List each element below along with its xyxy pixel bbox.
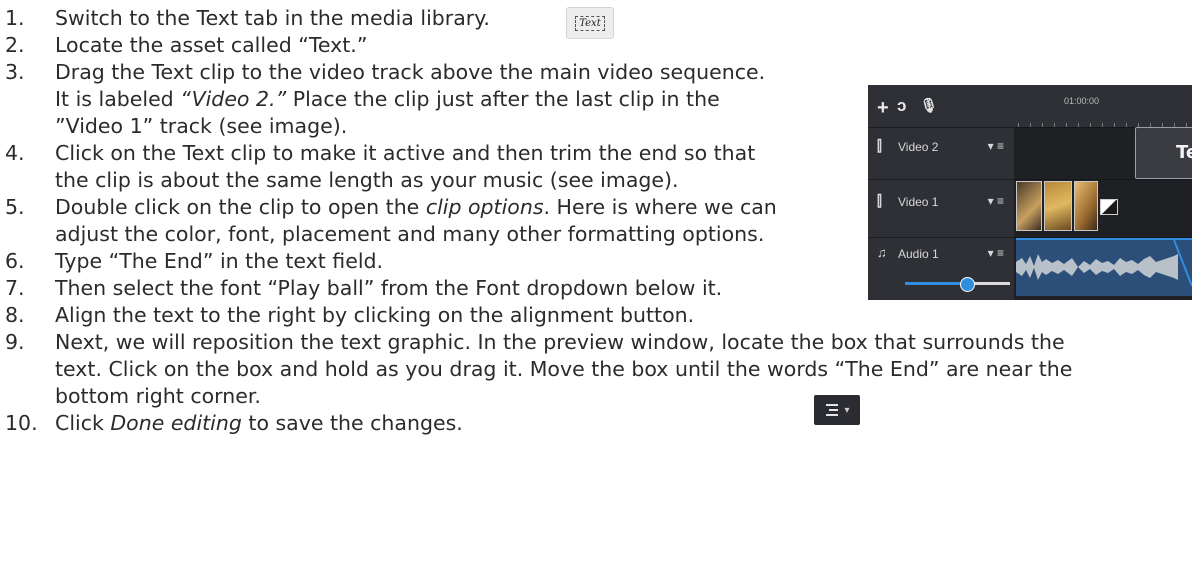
volume-slider-handle[interactable]	[960, 277, 975, 292]
step-number: 7.	[5, 276, 25, 300]
timecode: 01:00:00	[1064, 96, 1100, 106]
text-tab-label: Text	[575, 15, 605, 31]
video-thumbnail	[1044, 181, 1072, 231]
step-number: 9.	[5, 330, 25, 354]
step-text: Next, we will reposition the text graphi…	[55, 330, 1065, 354]
step-text: adjust the color, font, placement and ma…	[55, 222, 765, 246]
step-text: Switch to the Text tab in the media libr…	[55, 6, 490, 30]
step-text: ”Video 1” track (see image).	[55, 114, 348, 138]
track-label: Video 2	[898, 140, 939, 154]
step-9: 9. Next, we will reposition the text gra…	[5, 329, 1073, 410]
step-text-line: It is labeled “Video 2.” Place the clip …	[55, 87, 720, 111]
track-menu-controls: ▾ ≡	[987, 246, 1004, 260]
magnet-icon: ↄ	[897, 96, 907, 115]
clip-options-emphasis: clip options	[425, 195, 544, 219]
track-menu-controls: ▾ ≡	[987, 194, 1004, 208]
track-label: Video 1	[898, 195, 939, 209]
step-text: Click on the Text clip to make it active…	[55, 141, 756, 165]
step-1: 1. Switch to the Text tab in the media l…	[5, 5, 490, 32]
step-text: Type “The End” in the text field.	[55, 249, 384, 273]
step-7: 7. Then select the font “Play ball” from…	[5, 275, 723, 302]
step-4: 4. Click on the Text clip to make it act…	[5, 140, 756, 194]
step-number: 8.	[5, 303, 25, 327]
done-editing-emphasis: Done editing	[110, 411, 242, 435]
track-name-emphasis: “Video 2.”	[180, 87, 287, 111]
track-header-audio-1: ♫ Audio 1 ▾ ≡	[868, 237, 1014, 300]
step-text: Align the text to the right by clicking …	[55, 303, 695, 327]
step-text: Then select the font “Play ball” from th…	[55, 276, 723, 300]
step-5: 5. Double click on the clip to open the …	[5, 194, 777, 248]
text-tab-icon: Text	[566, 7, 614, 39]
music-note-icon: ♫	[877, 245, 887, 260]
video-thumbnail	[1016, 181, 1042, 231]
align-right-icon: ▾	[814, 395, 860, 425]
film-icon: ⫿	[877, 193, 882, 210]
volume-slider-fill	[905, 282, 965, 285]
step-number: 2.	[5, 33, 25, 57]
step-text-line: Click Done editing to save the changes.	[55, 411, 463, 435]
step-3: 3. Drag the Text clip to the video track…	[5, 59, 766, 140]
step-number: 10.	[5, 411, 38, 435]
step-text: text. Click on the box and hold as you d…	[55, 357, 1073, 381]
track-header-video-2: ⫿ Video 2 ▾ ≡	[868, 127, 1014, 180]
step-2: 2. Locate the asset called “Text.”	[5, 32, 368, 59]
audio-clip	[1016, 238, 1192, 296]
step-text-line: Double click on the clip to open the cli…	[55, 195, 777, 219]
step-6: 6. Type “The End” in the text field.	[5, 248, 384, 275]
step-text: the clip is about the same length as you…	[55, 168, 679, 192]
chevron-down-icon: ▾	[844, 404, 850, 416]
step-8: 8. Align the text to the right by clicki…	[5, 302, 695, 329]
step-number: 1.	[5, 6, 25, 30]
step-number: 3.	[5, 60, 25, 84]
track-header-video-1: ⫿ Video 1 ▾ ≡	[868, 179, 1014, 238]
film-icon: ⫿	[877, 138, 882, 155]
track-menu-controls: ▾ ≡	[987, 139, 1004, 153]
track-label: Audio 1	[898, 247, 939, 261]
step-number: 6.	[5, 249, 25, 273]
text-clip: Tex	[1135, 127, 1192, 179]
step-number: 5.	[5, 195, 25, 219]
step-text: Drag the Text clip to the video track ab…	[55, 60, 766, 84]
step-10: 10. Click Done editing to save the chang…	[5, 410, 463, 437]
microphone-icon: 🎙	[920, 97, 938, 113]
add-icon: +	[877, 97, 889, 119]
transition-icon	[1100, 199, 1118, 215]
step-number: 4.	[5, 141, 25, 165]
text-clip-label: Tex	[1176, 142, 1192, 163]
step-text: bottom right corner.	[55, 384, 261, 408]
video-thumbnail	[1074, 181, 1098, 231]
step-text: Locate the asset called “Text.”	[55, 33, 368, 57]
